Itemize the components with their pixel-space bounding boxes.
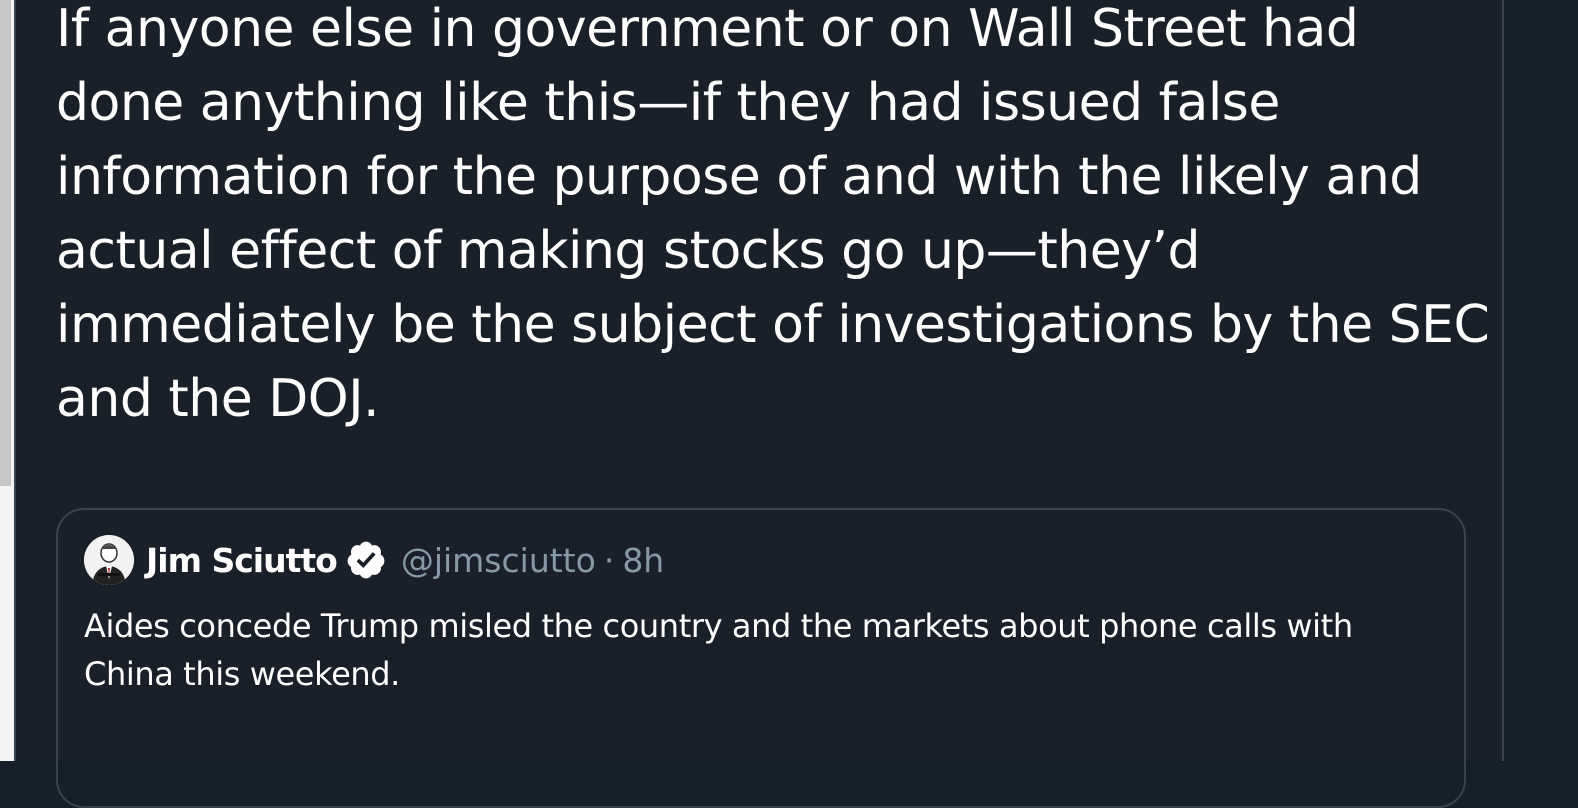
quoted-tweet-text: Aides concede Trump misled the country a… xyxy=(84,607,1353,693)
right-gutter xyxy=(1506,0,1578,761)
quoted-author-handle[interactable]: @jimsciutto xyxy=(401,541,596,580)
avatar-image xyxy=(84,535,134,585)
header-separator: · xyxy=(603,540,615,580)
tweet-column: If anyone else in government or on Wall … xyxy=(14,0,1504,808)
quoted-tweet-card[interactable]: Jim Sciutto @jimsciutto · 8h Aides conce… xyxy=(56,508,1466,808)
avatar[interactable] xyxy=(84,535,134,585)
verified-badge-icon xyxy=(347,541,385,579)
quoted-timestamp[interactable]: 8h xyxy=(622,541,664,580)
quoted-tweet-header: Jim Sciutto @jimsciutto · 8h xyxy=(84,534,664,586)
tweet-text: If anyone else in government or on Wall … xyxy=(56,0,1490,429)
scrollbar-thumb[interactable] xyxy=(0,0,11,486)
quoted-author-name[interactable]: Jim Sciutto xyxy=(146,541,338,580)
